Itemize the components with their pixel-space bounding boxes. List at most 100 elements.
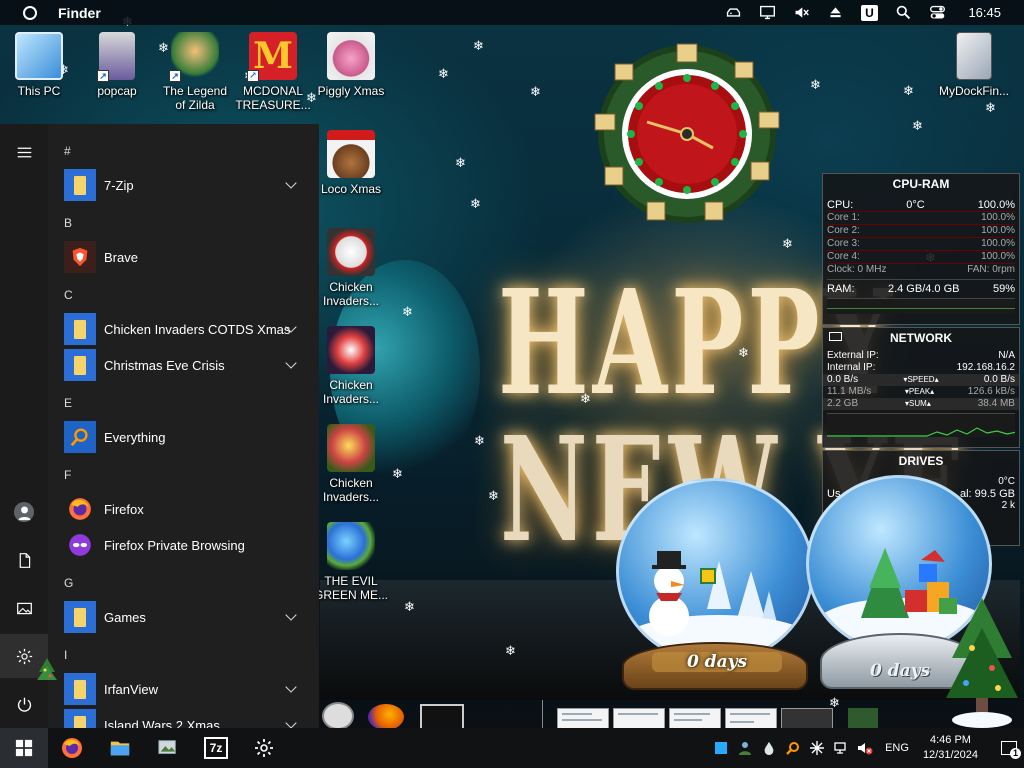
app-item-label: Christmas Eve Crisis	[104, 357, 225, 373]
desktop-icon-evil-green-me[interactable]: THE EVIL GREEN ME...	[313, 522, 389, 602]
start-menu-rail	[0, 124, 57, 728]
window-thumbnail[interactable]	[781, 708, 833, 730]
section-letter[interactable]: I	[64, 648, 67, 662]
topbar-clock[interactable]: 16:45	[954, 5, 1024, 20]
sum-label: ▾SUM▴	[905, 399, 931, 408]
app-item-firefox[interactable]: Firefox	[56, 491, 309, 527]
eject-icon[interactable]	[818, 0, 852, 25]
external-ip-value: N/A	[998, 350, 1015, 361]
section-letter[interactable]: E	[64, 396, 72, 410]
section-letter[interactable]: C	[64, 288, 73, 302]
taskbar-7zip[interactable]: 7z	[192, 728, 240, 768]
app-item-irfanview[interactable]: IrfanView	[56, 671, 309, 707]
user-badge-icon[interactable]: U	[852, 0, 886, 25]
firefox-dock-icon[interactable]	[368, 704, 404, 730]
blue-square-tray-icon[interactable]	[709, 728, 733, 768]
7zip-dock-icon[interactable]	[420, 704, 464, 730]
taskbar-file-explorer[interactable]	[96, 728, 144, 768]
water-drop-tray-icon[interactable]	[757, 728, 781, 768]
snowflake-icon: ❄	[985, 101, 996, 116]
settings-button[interactable]	[0, 634, 57, 680]
network-title-text: NETWORK	[890, 331, 952, 345]
input-language[interactable]: ENG	[877, 742, 917, 754]
search-icon[interactable]	[886, 0, 920, 25]
chevron-down-icon[interactable]	[285, 177, 297, 189]
desktop-icon-mcdonal-treasure[interactable]: M ↗ MCDONAL TREASURE...	[235, 32, 311, 112]
core-value: 100.0%	[981, 212, 1015, 223]
window-thumbnail[interactable]	[557, 708, 609, 730]
pictures-button[interactable]	[0, 586, 48, 630]
volume-muted-icon[interactable]	[853, 728, 877, 768]
chevron-down-icon[interactable]	[285, 609, 297, 621]
snow-globe-snowman[interactable]: 0 days	[612, 478, 817, 692]
start-button[interactable]	[0, 728, 48, 768]
taskbar-firefox[interactable]	[48, 728, 96, 768]
cloud-drive-icon[interactable]	[716, 0, 750, 25]
taskbar-image-viewer[interactable]	[144, 728, 192, 768]
window-thumbnail[interactable]	[669, 708, 721, 730]
person-tray-icon[interactable]	[733, 728, 757, 768]
desktop-icon-piggly-xmas[interactable]: Piggly Xmas	[313, 32, 389, 98]
recycle-bin-icon[interactable]	[848, 708, 878, 730]
internal-ip-label: Internal IP:	[827, 362, 876, 373]
display-icon[interactable]	[750, 0, 784, 25]
search-tray-icon[interactable]	[781, 728, 805, 768]
desktop-icon-label: The Legend of Zilda	[162, 84, 228, 112]
active-app-name[interactable]: Finder	[58, 5, 101, 21]
hamburger-menu-button[interactable]	[0, 130, 48, 174]
mute-icon[interactable]	[784, 0, 818, 25]
app-item-brave[interactable]: Brave	[56, 239, 309, 275]
app-item-label: 7-Zip	[104, 177, 134, 193]
desktop-icon-legend-of-zilda[interactable]: ↗ The Legend of Zilda	[157, 32, 233, 112]
app-item-christmas-eve-crisis[interactable]: Christmas Eve Crisis	[56, 347, 309, 383]
app-item-games[interactable]: Games	[56, 599, 309, 635]
app-menu-icon[interactable]	[23, 5, 37, 20]
speed-down: 0.0 B/s	[827, 374, 859, 385]
network-tray-icon[interactable]	[829, 728, 853, 768]
window-thumbnail[interactable]	[613, 708, 665, 730]
core-label: Core 2:	[827, 225, 860, 236]
chevron-down-icon[interactable]	[285, 717, 297, 728]
desktop-icon-chicken-invaders-3[interactable]: Chicken Invaders...	[313, 424, 389, 504]
taskbar-clock[interactable]: 4:46 PM 12/31/2024	[917, 733, 994, 763]
desktop-icon-label: Piggly Xmas	[317, 84, 385, 98]
app-item-label: Brave	[104, 249, 138, 265]
snowflake-icon: ❄	[912, 119, 923, 134]
app-item-chicken-invaders-cotds-xmas[interactable]: Chicken Invaders COTDS Xmas	[56, 311, 309, 347]
app-item-everything[interactable]: Everything	[56, 419, 309, 455]
app-item-7zip[interactable]: 7-Zip	[56, 167, 309, 203]
desktop-icon-popcap[interactable]: ↗ popcap	[79, 32, 155, 98]
app-item-firefox-private-browsing[interactable]: Firefox Private Browsing	[56, 527, 309, 563]
section-letter[interactable]: F	[64, 468, 71, 482]
section-letter[interactable]: B	[64, 216, 72, 230]
folder-icon	[64, 169, 96, 201]
documents-button[interactable]	[0, 538, 48, 582]
network-gadget[interactable]: NETWORK External IP: N/A Internal IP: 192.…	[822, 327, 1020, 448]
desktop-icon-loco-xmas[interactable]: Loco Xmas	[313, 130, 389, 196]
section-letter[interactable]: G	[64, 576, 73, 590]
clock-app-icon[interactable]	[322, 702, 354, 730]
desktop-icon-chicken-invaders-2[interactable]: Chicken Invaders...	[313, 326, 389, 406]
app-item-island-wars-2-xmas[interactable]: Island Wars 2 Xmas	[56, 707, 309, 728]
desktop-icon-mydockfinder[interactable]: MyDockFin...	[936, 32, 1012, 98]
power-button[interactable]	[0, 682, 48, 726]
window-thumbnail[interactable]	[725, 708, 777, 730]
taskbar-settings[interactable]	[240, 728, 288, 768]
brave-icon	[64, 241, 96, 273]
section-letter[interactable]: #	[64, 144, 71, 158]
cpu-ram-gadget[interactable]: CPU-RAM CPU: 0°C 100.0% Core 1: 100.0% Co…	[822, 173, 1020, 325]
app-item-label: Everything	[104, 429, 166, 445]
ram-percent: 59%	[992, 283, 1015, 295]
christmas-clock-widget[interactable]	[585, 42, 790, 227]
desktop-icon-this-pc[interactable]: This PC	[1, 32, 77, 98]
chevron-down-icon[interactable]	[285, 681, 297, 693]
snowflake-tray-icon[interactable]	[805, 728, 829, 768]
control-center-icon[interactable]	[920, 0, 954, 25]
notification-center-button[interactable]: 1	[994, 728, 1024, 768]
chevron-down-icon[interactable]	[285, 357, 297, 369]
snowflake-icon: ❄	[404, 600, 415, 615]
desktop-icon-chicken-invaders-1[interactable]: Chicken Invaders...	[313, 228, 389, 308]
clock-speed: Clock: 0 MHz	[827, 264, 887, 275]
picture-icon	[16, 602, 32, 614]
account-button[interactable]	[0, 490, 48, 534]
